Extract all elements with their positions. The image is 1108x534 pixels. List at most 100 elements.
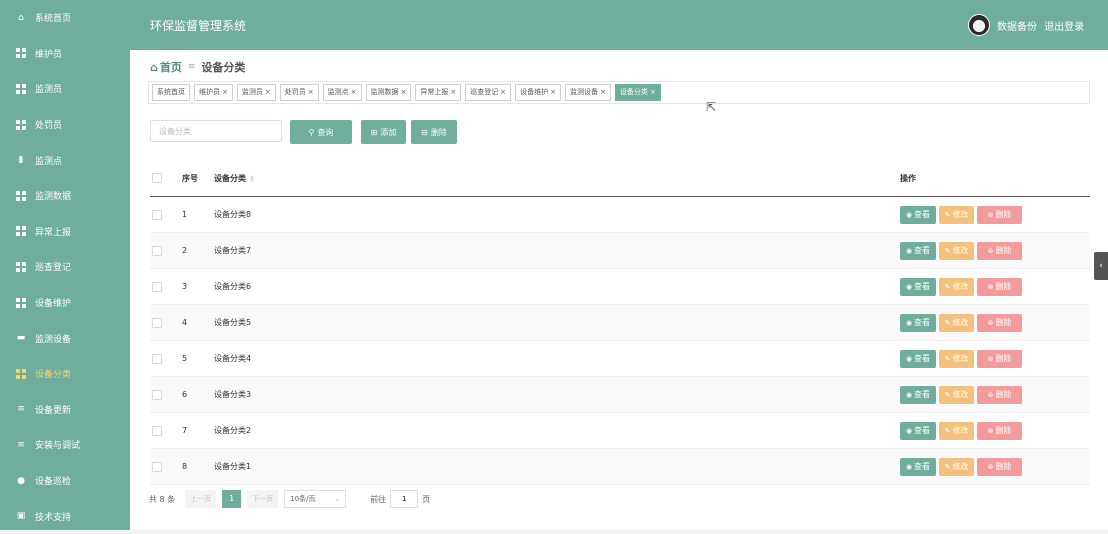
edit-button[interactable]: ✎ 修改 <box>939 205 974 224</box>
sidebar-item[interactable]: ≡ 安装与调试 <box>0 427 130 463</box>
edit-label: 修改 <box>952 390 969 399</box>
tag-item[interactable]: 监测数据 × <box>365 84 412 101</box>
edit-button[interactable]: ✎ 修改 <box>939 349 974 368</box>
close-icon[interactable]: × <box>308 88 314 96</box>
close-icon[interactable]: × <box>222 88 228 96</box>
close-icon[interactable]: × <box>500 88 506 96</box>
tag-item[interactable]: 监测设备 × <box>565 84 611 101</box>
row-actions: ◉ 查看 ✎ 修改 ⊗ 删除 <box>900 277 1025 296</box>
close-icon[interactable]: × <box>265 88 271 96</box>
edit-button[interactable]: ✎ 修改 <box>939 457 974 476</box>
row-delete-button[interactable]: ⊗ 删除 <box>977 205 1022 224</box>
query-button[interactable]: ⚲ 查询 <box>290 120 352 144</box>
row-category: 设备分类6 <box>214 282 252 291</box>
sort-icon[interactable]: ⇳ <box>249 175 255 183</box>
tag-item[interactable]: 巡查登记 × <box>465 84 512 101</box>
sidebar-item[interactable]: 监测数据 <box>0 178 130 214</box>
view-button[interactable]: ◉ 查看 <box>900 457 936 476</box>
view-button[interactable]: ◉ 查看 <box>900 385 936 404</box>
sidebar-item[interactable]: 维护员 <box>0 36 130 72</box>
row-index: 8 <box>182 462 188 471</box>
sidebar-item[interactable]: ▬ 监测设备 <box>0 320 130 356</box>
view-button[interactable]: ◉ 查看 <box>900 421 936 440</box>
sidebar-item[interactable]: ≡ 设备更新 <box>0 392 130 428</box>
row-delete-button[interactable]: ⊗ 删除 <box>977 277 1022 296</box>
sidebar-item[interactable]: ▮ 监测点 <box>0 142 130 178</box>
tag-item[interactable]: 监测员 × <box>236 84 276 101</box>
edit-button[interactable]: ✎ 修改 <box>939 241 974 260</box>
close-icon[interactable]: × <box>650 88 656 96</box>
breadcrumb-home[interactable]: 首页 <box>160 59 182 75</box>
row-checkbox[interactable] <box>152 461 162 472</box>
backup-link[interactable]: 数据备份 <box>997 22 1037 33</box>
collapse-panel-button[interactable]: ‹ <box>1094 252 1108 280</box>
close-icon[interactable]: × <box>600 88 606 96</box>
logout-link[interactable]: 退出登录 <box>1044 22 1084 33</box>
row-checkbox[interactable] <box>152 317 162 328</box>
tag-item[interactable]: 处罚员 × <box>279 84 319 101</box>
edit-button[interactable]: ✎ 修改 <box>939 313 974 332</box>
sidebar-item[interactable]: ● 设备巡检 <box>0 463 130 499</box>
delete-label: 删除 <box>995 462 1012 471</box>
row-checkbox[interactable] <box>152 281 162 292</box>
column-category[interactable]: 设备分类 ⇳ <box>214 173 900 184</box>
next-page-button[interactable]: 下一页 <box>247 490 279 508</box>
grid-icon <box>16 368 26 379</box>
sidebar-item[interactable]: 设备分类 <box>0 356 130 392</box>
view-button[interactable]: ◉ 查看 <box>900 313 936 332</box>
add-button[interactable]: ⊞ 添加 <box>361 120 406 144</box>
sidebar-item[interactable]: 巡查登记 <box>0 249 130 285</box>
row-delete-button[interactable]: ⊗ 删除 <box>977 313 1022 332</box>
prev-page-button[interactable]: 上一页 <box>185 490 217 508</box>
edit-button[interactable]: ✎ 修改 <box>939 385 974 404</box>
row-checkbox[interactable] <box>152 389 162 400</box>
row-delete-button[interactable]: ⊗ 删除 <box>977 241 1022 260</box>
sidebar-item[interactable]: 异常上报 <box>0 214 130 250</box>
tag-item[interactable]: 系统首页 <box>152 84 190 101</box>
row-delete-button[interactable]: ⊗ 删除 <box>977 421 1022 440</box>
view-button[interactable]: ◉ 查看 <box>900 277 936 296</box>
tag-item[interactable]: 监测点 × <box>322 84 362 101</box>
chevron-left-icon: ‹ <box>1099 261 1103 271</box>
edit-button[interactable]: ✎ 修改 <box>939 421 974 440</box>
tag-label: 设备分类 <box>619 88 648 96</box>
sidebar-item[interactable]: 监测员 <box>0 71 130 107</box>
close-icon[interactable]: × <box>450 88 456 96</box>
table-row: 7 设备分类2 ◉ 查看 ✎ 修改 ⊗ 删除 <box>150 413 1090 449</box>
edit-button[interactable]: ✎ 修改 <box>939 277 974 296</box>
sidebar-item[interactable]: 处罚员 <box>0 107 130 143</box>
row-delete-button[interactable]: ⊗ 删除 <box>977 349 1022 368</box>
goto-page-input[interactable] <box>390 490 419 508</box>
add-label: 添加 <box>380 127 397 137</box>
close-icon[interactable]: × <box>550 88 556 96</box>
sidebar-item[interactable]: ⌂ 系统首页 <box>0 0 130 36</box>
row-checkbox[interactable] <box>152 425 162 436</box>
row-delete-button[interactable]: ⊗ 删除 <box>977 385 1022 404</box>
close-icon[interactable]: × <box>401 88 407 96</box>
row-checkbox[interactable] <box>152 353 162 364</box>
delete-button[interactable]: ⊟ 删除 <box>411 120 457 144</box>
page-size-select[interactable]: 10条/页 ⌄ <box>284 490 347 508</box>
tag-item[interactable]: 设备分类 × <box>614 84 661 101</box>
tag-item[interactable]: 维护员 × <box>194 84 233 101</box>
tag-item[interactable]: 异常上报 × <box>415 84 462 101</box>
search-input[interactable] <box>150 120 282 142</box>
row-index: 1 <box>182 210 188 219</box>
row-delete-button[interactable]: ⊗ 删除 <box>977 457 1022 476</box>
row-checkbox[interactable] <box>152 245 162 256</box>
select-all-checkbox[interactable] <box>152 173 162 183</box>
tag-label: 维护员 <box>199 88 220 96</box>
avatar[interactable] <box>968 14 990 36</box>
sidebar-item[interactable]: 设备维护 <box>0 285 130 321</box>
close-icon[interactable]: × <box>351 88 357 96</box>
sidebar-item[interactable]: ▣ 技术支持 <box>0 498 130 534</box>
view-button[interactable]: ◉ 查看 <box>900 349 936 368</box>
view-button[interactable]: ◉ 查看 <box>900 205 936 224</box>
row-checkbox[interactable] <box>152 209 162 220</box>
view-button[interactable]: ◉ 查看 <box>900 241 936 260</box>
page-number[interactable]: 1 <box>222 490 242 508</box>
tags-bar: 系统首页 维护员 × 监测员 × 处罚员 × 监测点 × 监测数据 × 异常上报 × 巡查登记 × 设备维护 ×… <box>148 81 1090 104</box>
delete-label: 删除 <box>995 246 1012 255</box>
tag-item[interactable]: 设备维护 × <box>515 84 561 101</box>
grid-icon <box>16 226 26 237</box>
